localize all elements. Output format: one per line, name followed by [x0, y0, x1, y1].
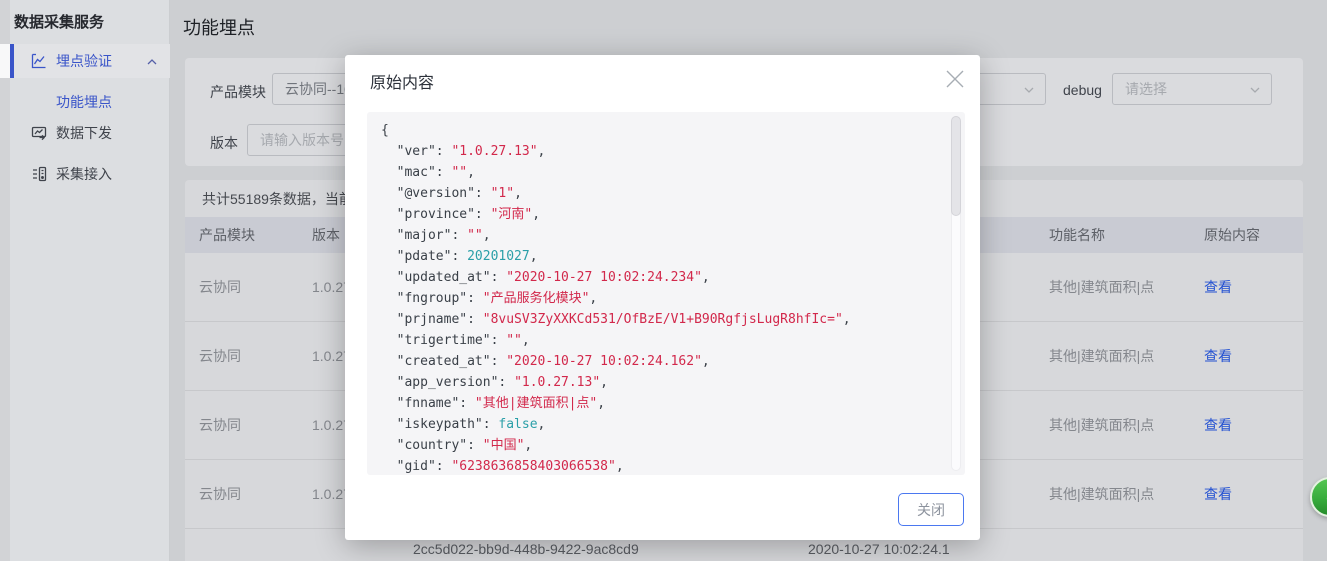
scrollbar-thumb[interactable] — [951, 116, 961, 216]
debug-filter-label: debug — [1063, 82, 1102, 98]
module-filter-label: 产品模块 — [210, 82, 266, 102]
column-header-raw-content: 原始内容 — [1190, 217, 1301, 253]
table-cell: 云协同 — [185, 391, 298, 459]
debug-select[interactable]: 请选择 — [1112, 73, 1272, 105]
modal-title: 原始内容 — [370, 69, 434, 93]
view-raw-content-link[interactable]: 查看 — [1204, 346, 1232, 366]
app-root: 数据采集服务 埋点验证 功能埋点 数据下发 采集接入 — [0, 0, 1327, 561]
floating-chat-badge[interactable]: 6 — [1310, 477, 1327, 517]
chevron-down-icon — [1249, 83, 1261, 99]
close-button[interactable]: 关闭 — [898, 493, 964, 526]
chevron-up-icon[interactable] — [146, 55, 158, 71]
version-filter-label: 版本 — [210, 133, 238, 153]
sidebar-item-burying-point-verify[interactable]: 埋点验证 — [0, 44, 170, 78]
column-header-fn-name: 功能名称 — [1035, 217, 1190, 253]
table-cell: 查看 — [1190, 322, 1301, 390]
page-title: 功能埋点 — [183, 14, 255, 40]
raw-json-viewer: { "ver": "1.0.27.13", "mac": "", "@versi… — [367, 112, 965, 475]
raw-content-modal: 原始内容 { "ver": "1.0.27.13", "mac": "", "@… — [345, 55, 980, 540]
sidebar-item-data-send[interactable]: 数据下发 — [0, 116, 170, 150]
app-title: 数据采集服务 — [14, 11, 104, 32]
table-cell: 其他|建筑面积|点 — [1035, 460, 1190, 528]
collect-access-icon — [30, 165, 48, 183]
sidebar-item-label: 数据下发 — [56, 123, 112, 143]
chevron-down-icon — [1023, 83, 1035, 99]
close-icon[interactable] — [943, 67, 967, 91]
table-cell — [185, 529, 298, 561]
table-cell — [1035, 529, 1190, 561]
table-cell — [1190, 529, 1301, 561]
debug-select-placeholder: 请选择 — [1125, 79, 1167, 99]
view-raw-content-link[interactable]: 查看 — [1204, 484, 1232, 504]
json-code: { "ver": "1.0.27.13", "mac": "", "@versi… — [367, 112, 965, 475]
version-input-placeholder: 请输入版本号 — [260, 130, 344, 150]
chart-icon — [30, 52, 48, 70]
result-count-text: 共计55189条数据，当前 — [202, 189, 353, 209]
table-cell: 云协同 — [185, 253, 298, 321]
active-rail — [0, 44, 10, 78]
send-data-icon — [30, 124, 48, 142]
sidebar: 数据采集服务 埋点验证 功能埋点 数据下发 采集接入 — [0, 0, 170, 561]
column-header-module: 产品模块 — [185, 217, 298, 253]
table-cell: 云协同 — [185, 322, 298, 390]
view-raw-content-link[interactable]: 查看 — [1204, 415, 1232, 435]
active-indicator — [10, 44, 14, 78]
sidebar-item-collect-access[interactable]: 采集接入 — [0, 157, 170, 191]
table-cell: 查看 — [1190, 460, 1301, 528]
table-cell: 其他|建筑面积|点 — [1035, 391, 1190, 459]
sidebar-item-label: 埋点验证 — [56, 51, 112, 71]
table-cell: 查看 — [1190, 253, 1301, 321]
table-cell: 其他|建筑面积|点 — [1035, 253, 1190, 321]
table-cell: 查看 — [1190, 391, 1301, 459]
table-cell: 其他|建筑面积|点 — [1035, 322, 1190, 390]
sidebar-item-label: 功能埋点 — [56, 92, 112, 112]
sidebar-item-label: 采集接入 — [56, 164, 112, 184]
sidebar-item-function-burying[interactable]: 功能埋点 — [0, 85, 170, 119]
view-raw-content-link[interactable]: 查看 — [1204, 277, 1232, 297]
table-cell: 云协同 — [185, 460, 298, 528]
